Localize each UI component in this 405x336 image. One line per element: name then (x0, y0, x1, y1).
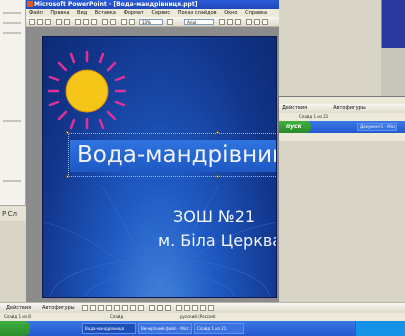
menu-format[interactable]: Формат (124, 10, 144, 16)
new-icon[interactable] (29, 19, 35, 25)
dash-style-icon[interactable] (184, 305, 190, 311)
3d-icon[interactable] (208, 305, 214, 311)
menu-slideshow[interactable]: Показ слайдов (178, 10, 217, 16)
taskbar-button[interactable]: Слайд 1 из 21 (194, 323, 244, 334)
textbox-icon[interactable] (114, 305, 120, 311)
menu-view[interactable]: Вид (77, 10, 87, 16)
background-window-right-edge (381, 0, 405, 48)
print-icon[interactable] (56, 19, 62, 25)
resize-handle[interactable] (216, 175, 219, 178)
copy-icon[interactable] (83, 19, 89, 25)
cut-icon[interactable] (75, 19, 81, 25)
status-language: русский (Россия) (180, 314, 216, 319)
panel-line (3, 120, 21, 122)
panel-line (3, 180, 21, 182)
start-button[interactable]: пуск (279, 121, 311, 133)
status-design: Слайд (110, 314, 124, 319)
resize-handle[interactable] (66, 175, 69, 178)
autoshapes-menu[interactable]: Автофигуры (42, 303, 75, 313)
font-select[interactable]: Arial (184, 19, 214, 25)
save-icon[interactable] (45, 19, 51, 25)
status-slide-number: Слайд 1 из 8 (4, 314, 31, 319)
table-icon[interactable] (129, 19, 135, 25)
taskbar-button[interactable]: Документ1 - Micr... (357, 123, 397, 131)
underline-icon[interactable] (235, 19, 241, 25)
drawing-toolbar: Действия Автофигуры (0, 302, 405, 313)
chart-icon[interactable] (121, 19, 127, 25)
rectangle-icon[interactable] (98, 305, 104, 311)
slide-subtitle-city[interactable]: м. Біла Церква (158, 231, 276, 250)
start-button[interactable] (0, 321, 30, 336)
redo-icon[interactable] (110, 19, 116, 25)
autoshapes-menu[interactable]: Автофигуры (333, 105, 366, 111)
align-left-icon[interactable] (246, 19, 252, 25)
help-icon[interactable] (167, 19, 173, 25)
oval-icon[interactable] (106, 305, 112, 311)
line-style-icon[interactable] (176, 305, 182, 311)
font-color-icon[interactable] (165, 305, 171, 311)
status-bar: Слайд 1 из 8 Слайд русский (Россия) (0, 313, 405, 321)
background-window-left-panel (0, 0, 26, 220)
resize-handle[interactable] (66, 131, 69, 134)
open-icon[interactable] (37, 19, 43, 25)
panel-line (3, 32, 21, 34)
background-window-right-gray (381, 48, 405, 100)
line-icon[interactable] (82, 305, 88, 311)
menu-edit[interactable]: Правка (50, 10, 69, 16)
actions-menu[interactable]: Действия (6, 303, 31, 313)
menu-bar: Файл Правка Вид Вставка Формат Сервис По… (26, 9, 279, 17)
arrow-icon[interactable] (90, 305, 96, 311)
window-title: Microsoft PowerPoint - [Вода-мандрівниця… (34, 1, 198, 8)
slide-title[interactable]: Вода-мандрівниця (77, 138, 276, 172)
title-bar[interactable]: Microsoft PowerPoint - [Вода-мандрівниця… (26, 0, 279, 9)
menu-file[interactable]: Файл (29, 10, 43, 16)
paste-icon[interactable] (91, 19, 97, 25)
clipart-icon[interactable] (130, 305, 136, 311)
sun-icon (65, 69, 109, 113)
standard-toolbar: 33% Arial (26, 17, 279, 27)
panel-line (3, 22, 21, 24)
background-window-status: Р Сл (0, 205, 26, 221)
undo-icon[interactable] (102, 19, 108, 25)
secondary-bottom (279, 133, 405, 141)
line-color-icon[interactable] (157, 305, 163, 311)
taskbar-button[interactable]: Вода-мандрівниця (82, 323, 136, 334)
picture-icon[interactable] (138, 305, 144, 311)
secondary-status: Слайд 1 из 21 (279, 113, 405, 121)
menu-insert[interactable]: Вставка (95, 10, 116, 16)
taskbar-button[interactable]: Вичерпний файл - Micr... (138, 323, 192, 334)
resize-handle[interactable] (216, 131, 219, 134)
bold-icon[interactable] (219, 19, 225, 25)
menu-help[interactable]: Справка (245, 10, 267, 16)
preview-icon[interactable] (64, 19, 70, 25)
menu-window[interactable]: Окно (224, 10, 237, 16)
panel-line (3, 12, 21, 14)
system-tray (355, 321, 405, 336)
actions-menu[interactable]: Действия (282, 105, 307, 111)
align-center-icon[interactable] (254, 19, 260, 25)
align-right-icon[interactable] (262, 19, 268, 25)
wordart-icon[interactable] (122, 305, 128, 311)
secondary-window: Действия Автофигуры Слайд 1 из 21 пуск До… (278, 96, 405, 141)
fill-color-icon[interactable] (149, 305, 155, 311)
powerpoint-app-icon (27, 1, 33, 7)
windows-taskbar: Вода-мандрівниця Вичерпний файл - Micr..… (0, 321, 405, 336)
menu-tools[interactable]: Сервис (151, 10, 170, 16)
secondary-drawing-toolbar: Действия Автофигуры (279, 104, 405, 113)
slide-subtitle-school[interactable]: ЗОШ №21 (173, 207, 255, 226)
secondary-window-title (279, 97, 405, 104)
shadow-icon[interactable] (200, 305, 206, 311)
italic-icon[interactable] (227, 19, 233, 25)
zoom-select[interactable]: 33% (139, 19, 163, 25)
slide[interactable]: Вода-мандрівниця ЗОШ №21 м. Біла Церква (42, 36, 277, 298)
arrow-style-icon[interactable] (192, 305, 198, 311)
